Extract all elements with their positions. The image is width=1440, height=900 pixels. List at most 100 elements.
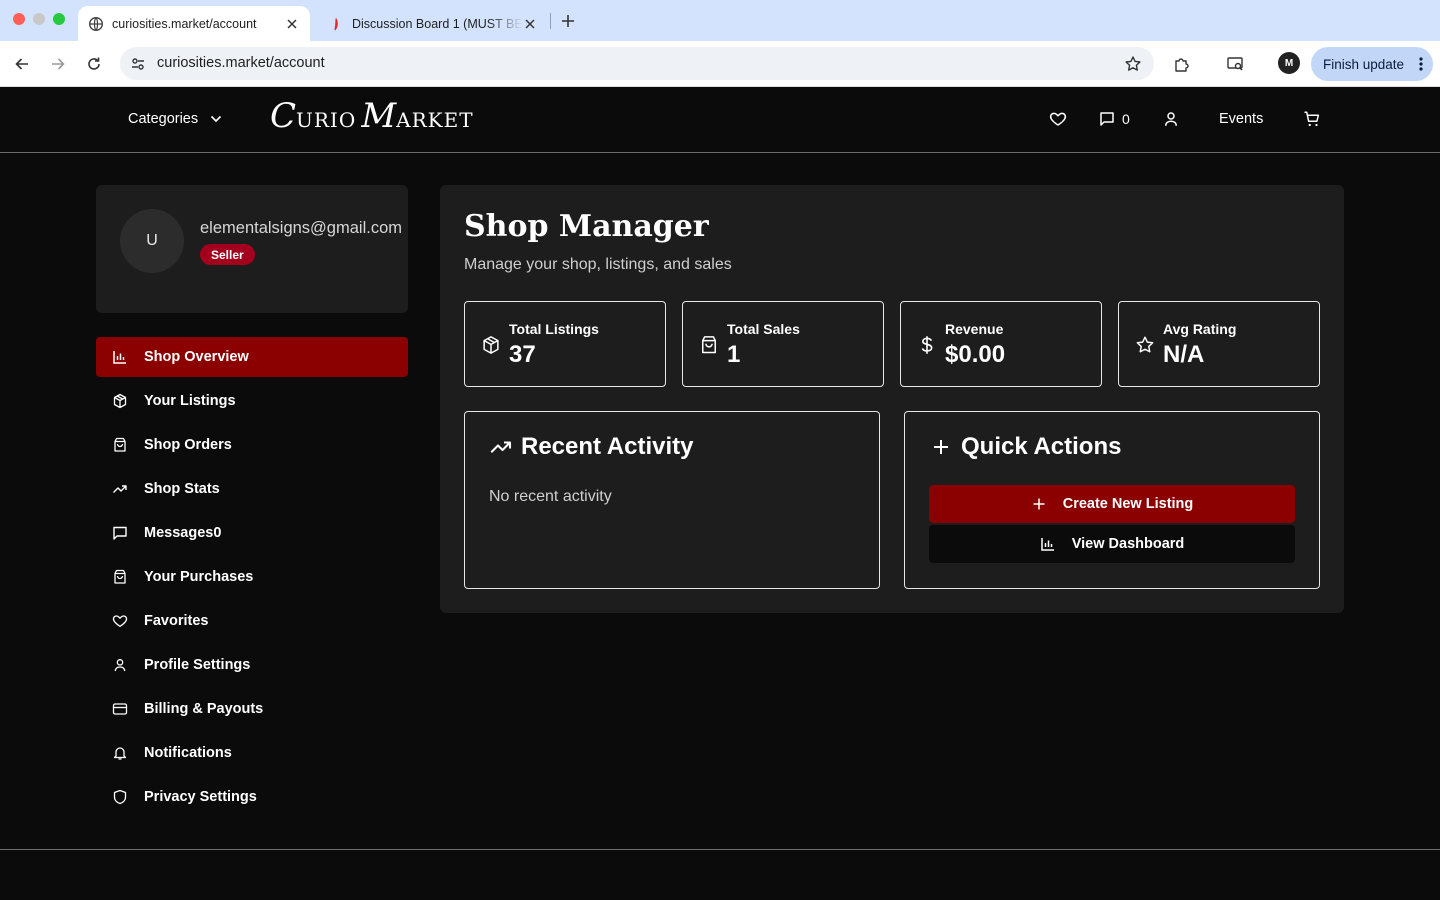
- bar-chart-icon: [1040, 536, 1056, 552]
- sidebar-item-messages[interactable]: Messages0: [96, 513, 408, 553]
- recent-activity-panel: Recent Activity No recent activity: [464, 411, 880, 589]
- profile-avatar[interactable]: M: [1278, 52, 1300, 74]
- shopping-bag-icon: [112, 569, 128, 585]
- shopping-cart-icon[interactable]: [1303, 110, 1321, 128]
- footer-divider: [0, 849, 1440, 850]
- sidebar-item-label: Shop Stats: [144, 481, 220, 497]
- view-dashboard-button[interactable]: View Dashboard: [929, 525, 1295, 563]
- credit-card-icon: [112, 701, 128, 717]
- sidebar-item-label: Your Listings: [144, 393, 236, 409]
- stat-label: Avg Rating: [1163, 321, 1237, 337]
- browser-tab-active[interactable]: curiosities.market/account: [78, 6, 310, 41]
- reload-icon[interactable]: [83, 53, 105, 75]
- sidebar-item-profile-settings[interactable]: Profile Settings: [96, 645, 408, 685]
- sidebar-item-label: Shop Overview: [144, 349, 249, 365]
- window-zoom-button[interactable]: [53, 13, 65, 25]
- user-email: elementalsigns@gmail.com: [200, 219, 402, 237]
- create-new-listing-button[interactable]: Create New Listing: [929, 485, 1295, 523]
- site-logo[interactable]: CURIO MARKET: [270, 96, 474, 136]
- stat-value: $0.00: [945, 341, 1006, 368]
- sidebar-item-label: Profile Settings: [144, 657, 251, 673]
- profile-initial: M: [1284, 57, 1294, 69]
- stat-card-avg-rating: Avg Rating N/A: [1118, 301, 1320, 387]
- sidebar-item-shop-overview[interactable]: Shop Overview: [96, 337, 408, 377]
- sidebar-item-notifications[interactable]: Notifications: [96, 733, 408, 773]
- panel-heading: Quick Actions: [961, 433, 1122, 460]
- browser-toolbar: curiosities.market/account M Finish upda…: [0, 41, 1440, 87]
- sidebar-item-label: Privacy Settings: [144, 789, 257, 805]
- browser-tab-bar: curiosities.market/account Discussion Bo…: [0, 0, 1440, 41]
- browser-tab-inactive[interactable]: Discussion Board 1 (MUST BE: [318, 6, 548, 41]
- window-close-button[interactable]: [13, 13, 25, 25]
- globe-icon: [88, 16, 104, 32]
- tab-title: Discussion Board 1 (MUST BE: [352, 16, 522, 31]
- close-tab-icon[interactable]: [284, 16, 300, 32]
- window-minimize-button[interactable]: [33, 13, 45, 25]
- account-sidebar-nav: Shop Overview Your Listings Shop Orders …: [96, 337, 408, 821]
- shopping-bag-icon: [699, 335, 719, 355]
- finish-update-button[interactable]: Finish update: [1311, 47, 1433, 81]
- trending-up-icon: [112, 481, 128, 497]
- site-header: Categories CURIO MARKET 0 Events: [0, 88, 1440, 153]
- plus-icon: [929, 435, 953, 459]
- sidebar-item-your-listings[interactable]: Your Listings: [96, 381, 408, 421]
- avatar-initial: U: [146, 232, 158, 249]
- sidebar-item-favorites[interactable]: Favorites: [96, 601, 408, 641]
- message-count: 0: [1122, 111, 1130, 127]
- extensions-puzzle-icon[interactable]: [1171, 53, 1193, 75]
- stat-label: Total Listings: [509, 321, 599, 337]
- stat-value: 1: [727, 341, 741, 368]
- sidebar-item-billing-payouts[interactable]: Billing & Payouts: [96, 689, 408, 729]
- role-badge: Seller: [200, 244, 255, 265]
- stat-value: 37: [509, 341, 536, 368]
- page-subtitle: Manage your shop, listings, and sales: [464, 256, 732, 273]
- page-title: Shop Manager: [464, 209, 709, 244]
- url-text[interactable]: curiosities.market/account: [157, 55, 325, 71]
- finish-update-label: Finish update: [1323, 56, 1405, 72]
- close-tab-icon[interactable]: [522, 16, 538, 32]
- address-bar[interactable]: curiosities.market/account: [120, 47, 1154, 80]
- sidebar-item-shop-stats[interactable]: Shop Stats: [96, 469, 408, 509]
- tab-separator: [550, 13, 551, 29]
- stat-value: N/A: [1163, 341, 1205, 368]
- trending-up-icon: [489, 435, 513, 459]
- sidebar-item-label: Messages0: [144, 525, 222, 541]
- button-label: View Dashboard: [1071, 536, 1185, 552]
- logo-m: M: [361, 96, 397, 136]
- bookmark-star-icon[interactable]: [1124, 55, 1142, 73]
- quick-actions-panel: Quick Actions Create New Listing View Da…: [904, 411, 1320, 589]
- stat-label: Total Sales: [727, 321, 800, 337]
- back-arrow-icon[interactable]: [11, 53, 33, 75]
- events-link[interactable]: Events: [1219, 111, 1263, 127]
- heart-icon: [112, 613, 128, 629]
- quick-actions-title: Quick Actions: [929, 433, 1121, 461]
- shopping-bag-icon: [112, 437, 128, 453]
- sidebar-item-your-purchases[interactable]: Your Purchases: [96, 557, 408, 597]
- sidebar-item-shop-orders[interactable]: Shop Orders: [96, 425, 408, 465]
- more-vertical-icon[interactable]: [1419, 57, 1423, 71]
- stat-label: Revenue: [945, 321, 1004, 337]
- plus-icon: [1031, 496, 1047, 512]
- cast-search-icon[interactable]: [1224, 53, 1246, 75]
- logo-urio: URIO: [296, 108, 357, 132]
- canvas-icon: [328, 16, 344, 32]
- forward-arrow-icon[interactable]: [47, 53, 69, 75]
- message-square-icon[interactable]: [1098, 110, 1116, 128]
- user-icon: [112, 657, 128, 673]
- recent-activity-title: Recent Activity: [489, 433, 694, 461]
- tab-title: curiosities.market/account: [112, 16, 257, 31]
- bar-chart-icon: [112, 349, 128, 365]
- heart-icon[interactable]: [1049, 110, 1067, 128]
- stat-card-total-listings: Total Listings 37: [464, 301, 666, 387]
- site-settings-icon[interactable]: [129, 55, 147, 73]
- button-label: Create New Listing: [1062, 496, 1194, 512]
- user-icon[interactable]: [1162, 110, 1180, 128]
- new-tab-icon[interactable]: [558, 11, 578, 31]
- shop-manager-panel: Shop Manager Manage your shop, listings,…: [440, 185, 1344, 613]
- profile-card: U elementalsigns@gmail.com Seller: [96, 185, 408, 313]
- package-icon: [112, 393, 128, 409]
- sidebar-item-privacy-settings[interactable]: Privacy Settings: [96, 777, 408, 817]
- empty-activity-text: No recent activity: [489, 488, 612, 505]
- dollar-icon: [917, 335, 937, 355]
- categories-dropdown[interactable]: Categories: [128, 111, 222, 127]
